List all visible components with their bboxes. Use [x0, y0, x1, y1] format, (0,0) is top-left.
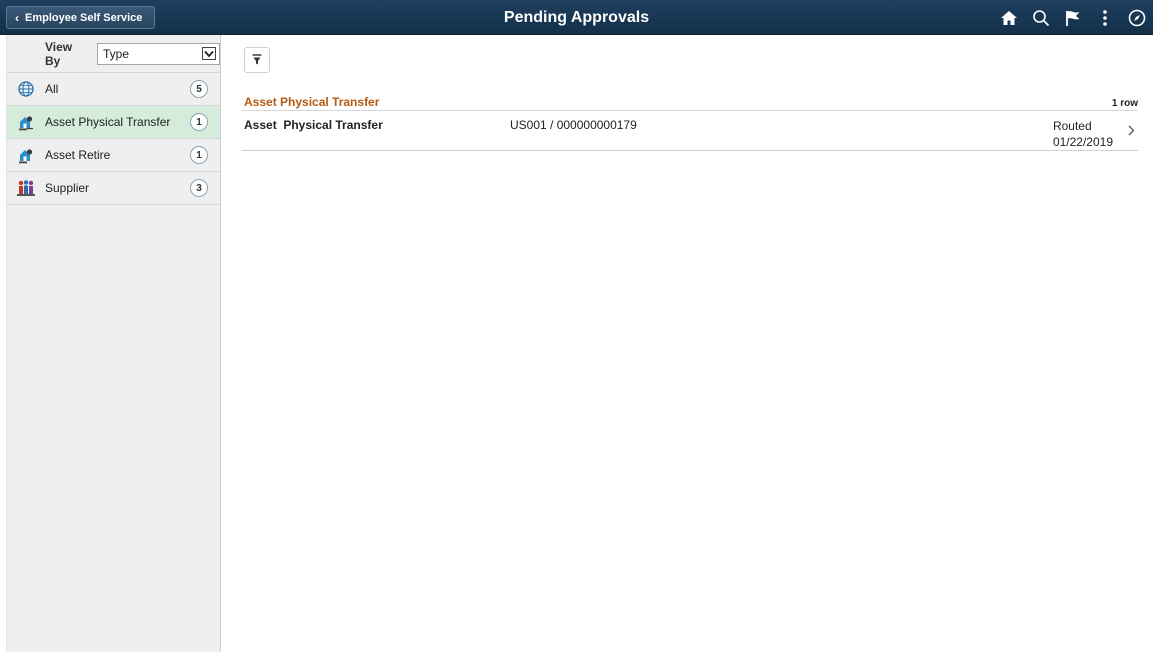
- filter-icon: [252, 54, 262, 65]
- row-count: 1 row: [1111, 98, 1138, 109]
- group-title: Asset Physical Transfer: [244, 95, 380, 109]
- chevron-down-icon: [202, 47, 216, 60]
- count-badge: 1: [190, 113, 208, 131]
- globe-icon: [7, 73, 45, 106]
- app-header: ‹ Employee Self Service Pending Approval…: [0, 0, 1153, 35]
- supplier-icon: [7, 172, 45, 205]
- sidebar-item-all[interactable]: All 5: [7, 73, 220, 106]
- sidebar-item-asset-physical-transfer[interactable]: Asset Physical Transfer 1: [7, 106, 220, 139]
- asset-retire-icon: [7, 139, 45, 172]
- count-badge: 3: [190, 179, 208, 197]
- back-button[interactable]: ‹ Employee Self Service: [6, 6, 155, 29]
- row-date: 01/22/2019: [1052, 135, 1113, 149]
- row-id: US001 / 000000000179: [510, 118, 637, 132]
- view-by-value: Type: [103, 46, 130, 61]
- header-actions: [993, 0, 1153, 35]
- view-by-select[interactable]: Type: [97, 42, 220, 65]
- chevron-right-icon: [1128, 125, 1135, 139]
- more-icon[interactable]: [1089, 0, 1121, 35]
- row-status-block: Routed 01/22/2019: [1053, 118, 1113, 150]
- page-title: Pending Approvals: [503, 9, 650, 26]
- list-item[interactable]: Asset Physical Transfer US001 / 00000000…: [242, 111, 1138, 151]
- filter-button[interactable]: [244, 47, 270, 73]
- sidebar-item-supplier[interactable]: Supplier 3: [7, 172, 220, 205]
- row-status: Routed: [1052, 119, 1092, 133]
- flag-icon[interactable]: [1057, 0, 1089, 35]
- sidebar-item-label: Supplier: [45, 181, 90, 195]
- main-content: Asset Physical Transfer 1 row Asset Phys…: [222, 35, 1153, 652]
- search-icon[interactable]: [1025, 0, 1057, 35]
- sidebar: View By Type All 5 Asset Physical Transf…: [6, 35, 221, 652]
- row-name: Asset Physical Transfer: [244, 118, 383, 132]
- navigator-icon[interactable]: [1121, 0, 1153, 35]
- home-icon[interactable]: [993, 0, 1025, 35]
- chevron-left-icon: ‹: [15, 10, 19, 25]
- back-button-label: Employee Self Service: [25, 11, 143, 24]
- view-by-label: View By: [45, 39, 73, 68]
- sidebar-item-label: All: [45, 82, 59, 96]
- asset-transfer-icon: [7, 106, 45, 139]
- sidebar-item-label: Asset Physical Transfer: [45, 115, 171, 129]
- sidebar-item-label: Asset Retire: [45, 148, 111, 162]
- sidebar-item-asset-retire[interactable]: Asset Retire 1: [7, 139, 220, 172]
- count-badge: 1: [190, 146, 208, 164]
- view-by-row: View By Type: [7, 35, 220, 73]
- count-badge: 5: [190, 80, 208, 98]
